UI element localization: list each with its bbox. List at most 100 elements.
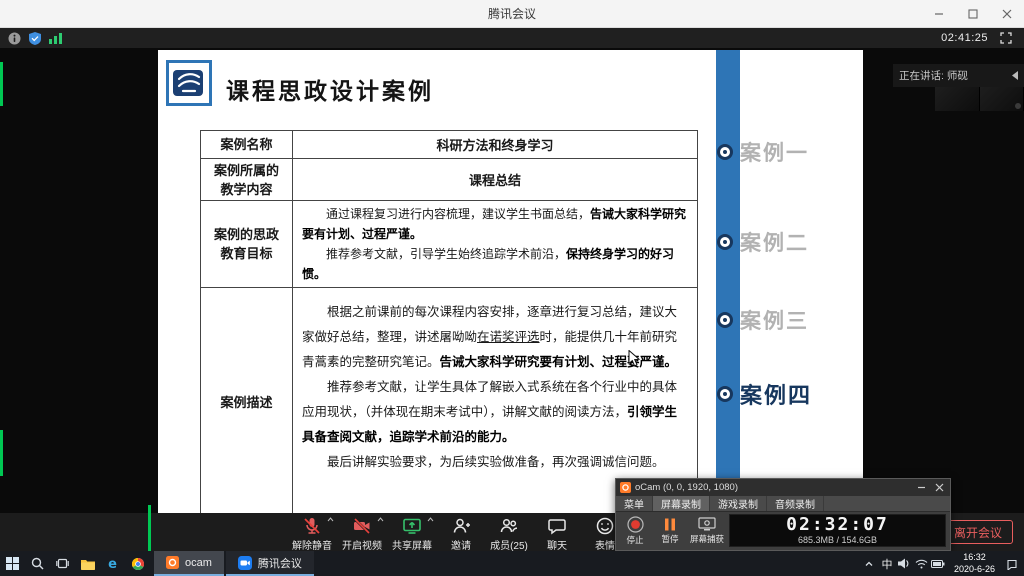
notification-icon[interactable] [1000, 551, 1024, 576]
toolbar-items: 解除静音开启视频共享屏幕邀请成员(25)聊天表情 [292, 516, 624, 552]
clock[interactable]: 16:32 2020-6-26 [954, 552, 995, 575]
share-screen-icon [402, 516, 422, 536]
caret-up-icon[interactable] [427, 517, 434, 522]
row-label: 案例名称 [201, 131, 293, 159]
minimize-icon [934, 9, 944, 19]
ocam-menu-item[interactable]: 菜单 [616, 496, 653, 511]
ribbon-dot-icon [720, 237, 730, 247]
ocam-buttons: 停止暂停屏幕捕获 [620, 516, 724, 546]
video-thumbnail[interactable] [935, 87, 980, 111]
ocam-window-title: oCam (0, 0, 1920, 1080) [635, 482, 910, 493]
ocam-menu-item[interactable]: 游戏录制 [710, 496, 767, 511]
caret-up-icon[interactable] [327, 517, 334, 522]
video-thumbnails[interactable] [935, 87, 1024, 111]
toolbar-mic-muted[interactable]: 解除静音 [292, 516, 332, 552]
ocam-capture-button[interactable]: 屏幕捕获 [690, 516, 724, 546]
taskbar: e ocam腾讯会议 中 16:32 2020-6-26 [0, 551, 1024, 576]
ocam-pause-button[interactable]: 暂停 [655, 516, 685, 546]
mouse-cursor [628, 350, 640, 367]
taskbar-windows-logo-button[interactable] [0, 551, 25, 576]
ribbon-dot-icon [720, 147, 730, 157]
toolbar-camera-off[interactable]: 开启视频 [342, 516, 382, 552]
invite-icon [451, 516, 471, 536]
fullscreen-icon[interactable] [1000, 32, 1012, 44]
ribbon-item-2: 案例二 [720, 230, 809, 254]
ocam-window: oCam (0, 0, 1920, 1080) 菜单屏幕录制游戏录制音频录制 停… [615, 478, 951, 551]
toolbar-members[interactable]: 成员(25) [490, 516, 528, 552]
network-icon[interactable] [913, 551, 930, 576]
ocam-button-label: 停止 [626, 534, 643, 546]
ribbon-dot-icon [720, 315, 730, 325]
table-row: 案例所属的 教学内容课程总结 [201, 159, 698, 201]
ribbon-label: 案例四 [740, 378, 812, 410]
ocam-menu: 菜单屏幕录制游戏录制音频录制 [616, 496, 950, 512]
table-row: 案例名称科研方法和终身学习 [201, 131, 698, 159]
taskbar-app[interactable]: ocam [154, 551, 224, 576]
caret-up-icon[interactable] [377, 517, 384, 522]
info-icon[interactable] [8, 32, 21, 45]
maximize-button[interactable] [956, 0, 990, 27]
hidden-icons-chevron[interactable] [861, 551, 878, 576]
ocam-menu-item[interactable]: 屏幕录制 [653, 496, 710, 511]
taskbar-app[interactable]: 腾讯会议 [226, 551, 314, 576]
close-icon [1002, 9, 1012, 19]
edge-icon: e [106, 557, 119, 570]
ribbon-label: 案例二 [740, 227, 809, 257]
paragraph: 推荐参考文献，引导学生始终追踪学术前沿，保持终身学习的好习惯。 [302, 244, 688, 284]
toolbar-chat[interactable]: 聊天 [538, 516, 576, 552]
ocam-close-button[interactable] [932, 479, 946, 496]
window-controls [922, 0, 1024, 27]
toolbar-share-screen[interactable]: 共享屏幕 [392, 516, 432, 552]
ocam-button-label: 屏幕捕获 [690, 533, 724, 545]
app-window: 腾讯会议 02:41:25 课程思政设计案例 案例名称科研方法和终身学习案例所属… [0, 0, 1024, 576]
file-explorer-icon [81, 558, 95, 570]
members-icon [499, 516, 519, 536]
taskbar-task-view-button[interactable] [50, 551, 75, 576]
row-content: 通过课程复习进行内容梳理，建议学生书面总结，告诫大家科学研究要有计划、过程严谨。… [293, 201, 698, 288]
taskbar-file-explorer-button[interactable] [75, 551, 100, 576]
leave-meeting-button[interactable]: 离开会议 [943, 520, 1013, 544]
signal-strength-icon [49, 32, 62, 44]
shield-icon[interactable] [29, 32, 41, 45]
ocam-minimize-button[interactable] [914, 479, 928, 496]
video-thumbnail[interactable] [980, 87, 1024, 111]
ime-indicator[interactable]: 中 [878, 556, 896, 572]
svg-text:e: e [108, 557, 117, 570]
toolbar-invite[interactable]: 邀请 [442, 516, 480, 552]
ocam-titlebar[interactable]: oCam (0, 0, 1920, 1080) [616, 479, 950, 496]
close-button[interactable] [990, 0, 1024, 27]
window-titlebar: 腾讯会议 [0, 0, 1024, 28]
toolbar-item-label: 聊天 [547, 537, 567, 552]
ocam-display: 02:32:07 685.3MB / 154.6GB [729, 514, 946, 547]
taskbar-apps: ocam腾讯会议 [154, 551, 316, 576]
volume-icon[interactable] [896, 551, 913, 576]
recording-timer: 02:32:07 [786, 516, 889, 534]
ocam-menu-item[interactable]: 音频录制 [767, 496, 824, 511]
row-label: 案例所属的 教学内容 [201, 159, 293, 201]
paragraph: 最后讲解实验要求，为后续实验做准备，再次强调诚信问题。 [302, 450, 688, 475]
ocam-stop-button[interactable]: 停止 [620, 516, 650, 546]
paragraph: 推荐参考文献，让学生具体了解嵌入式系统在各个行业中的具体应用现状，（并体现在期末… [302, 375, 688, 450]
row-content: 课程总结 [293, 159, 698, 201]
chrome-icon [132, 558, 144, 570]
ocam-app-icon [620, 482, 631, 493]
taskbar-chrome-button[interactable] [125, 551, 150, 576]
active-speaker-label: 正在讲话: 师砚 [899, 68, 968, 83]
taskbar-edge-button[interactable]: e [100, 551, 125, 576]
collapse-left-icon[interactable] [1012, 71, 1018, 80]
ocam-icon [166, 556, 179, 569]
taskbar-left: e [0, 551, 150, 576]
ocam-body: 停止暂停屏幕捕获 02:32:07 685.3MB / 154.6GB [616, 512, 950, 549]
battery-icon[interactable] [930, 551, 947, 576]
minimize-button[interactable] [922, 0, 956, 27]
presentation-slide: 课程思政设计案例 案例名称科研方法和终身学习案例所属的 教学内容课程总结案例的思… [158, 50, 863, 513]
emoji-icon [595, 516, 615, 536]
row-content-text: 课程总结 [302, 170, 688, 189]
slide-logo-glyph [171, 65, 207, 101]
capture-artifact [0, 62, 3, 106]
system-tray: 中 16:32 2020-6-26 [861, 551, 1024, 576]
row-content-text: 科研方法和终身学习 [302, 135, 688, 154]
case-table: 案例名称科研方法和终身学习案例所属的 教学内容课程总结案例的思政 教育目标通过课… [200, 130, 698, 517]
ribbon-item-4: 案例四 [720, 382, 812, 406]
taskbar-search-button[interactable] [25, 551, 50, 576]
